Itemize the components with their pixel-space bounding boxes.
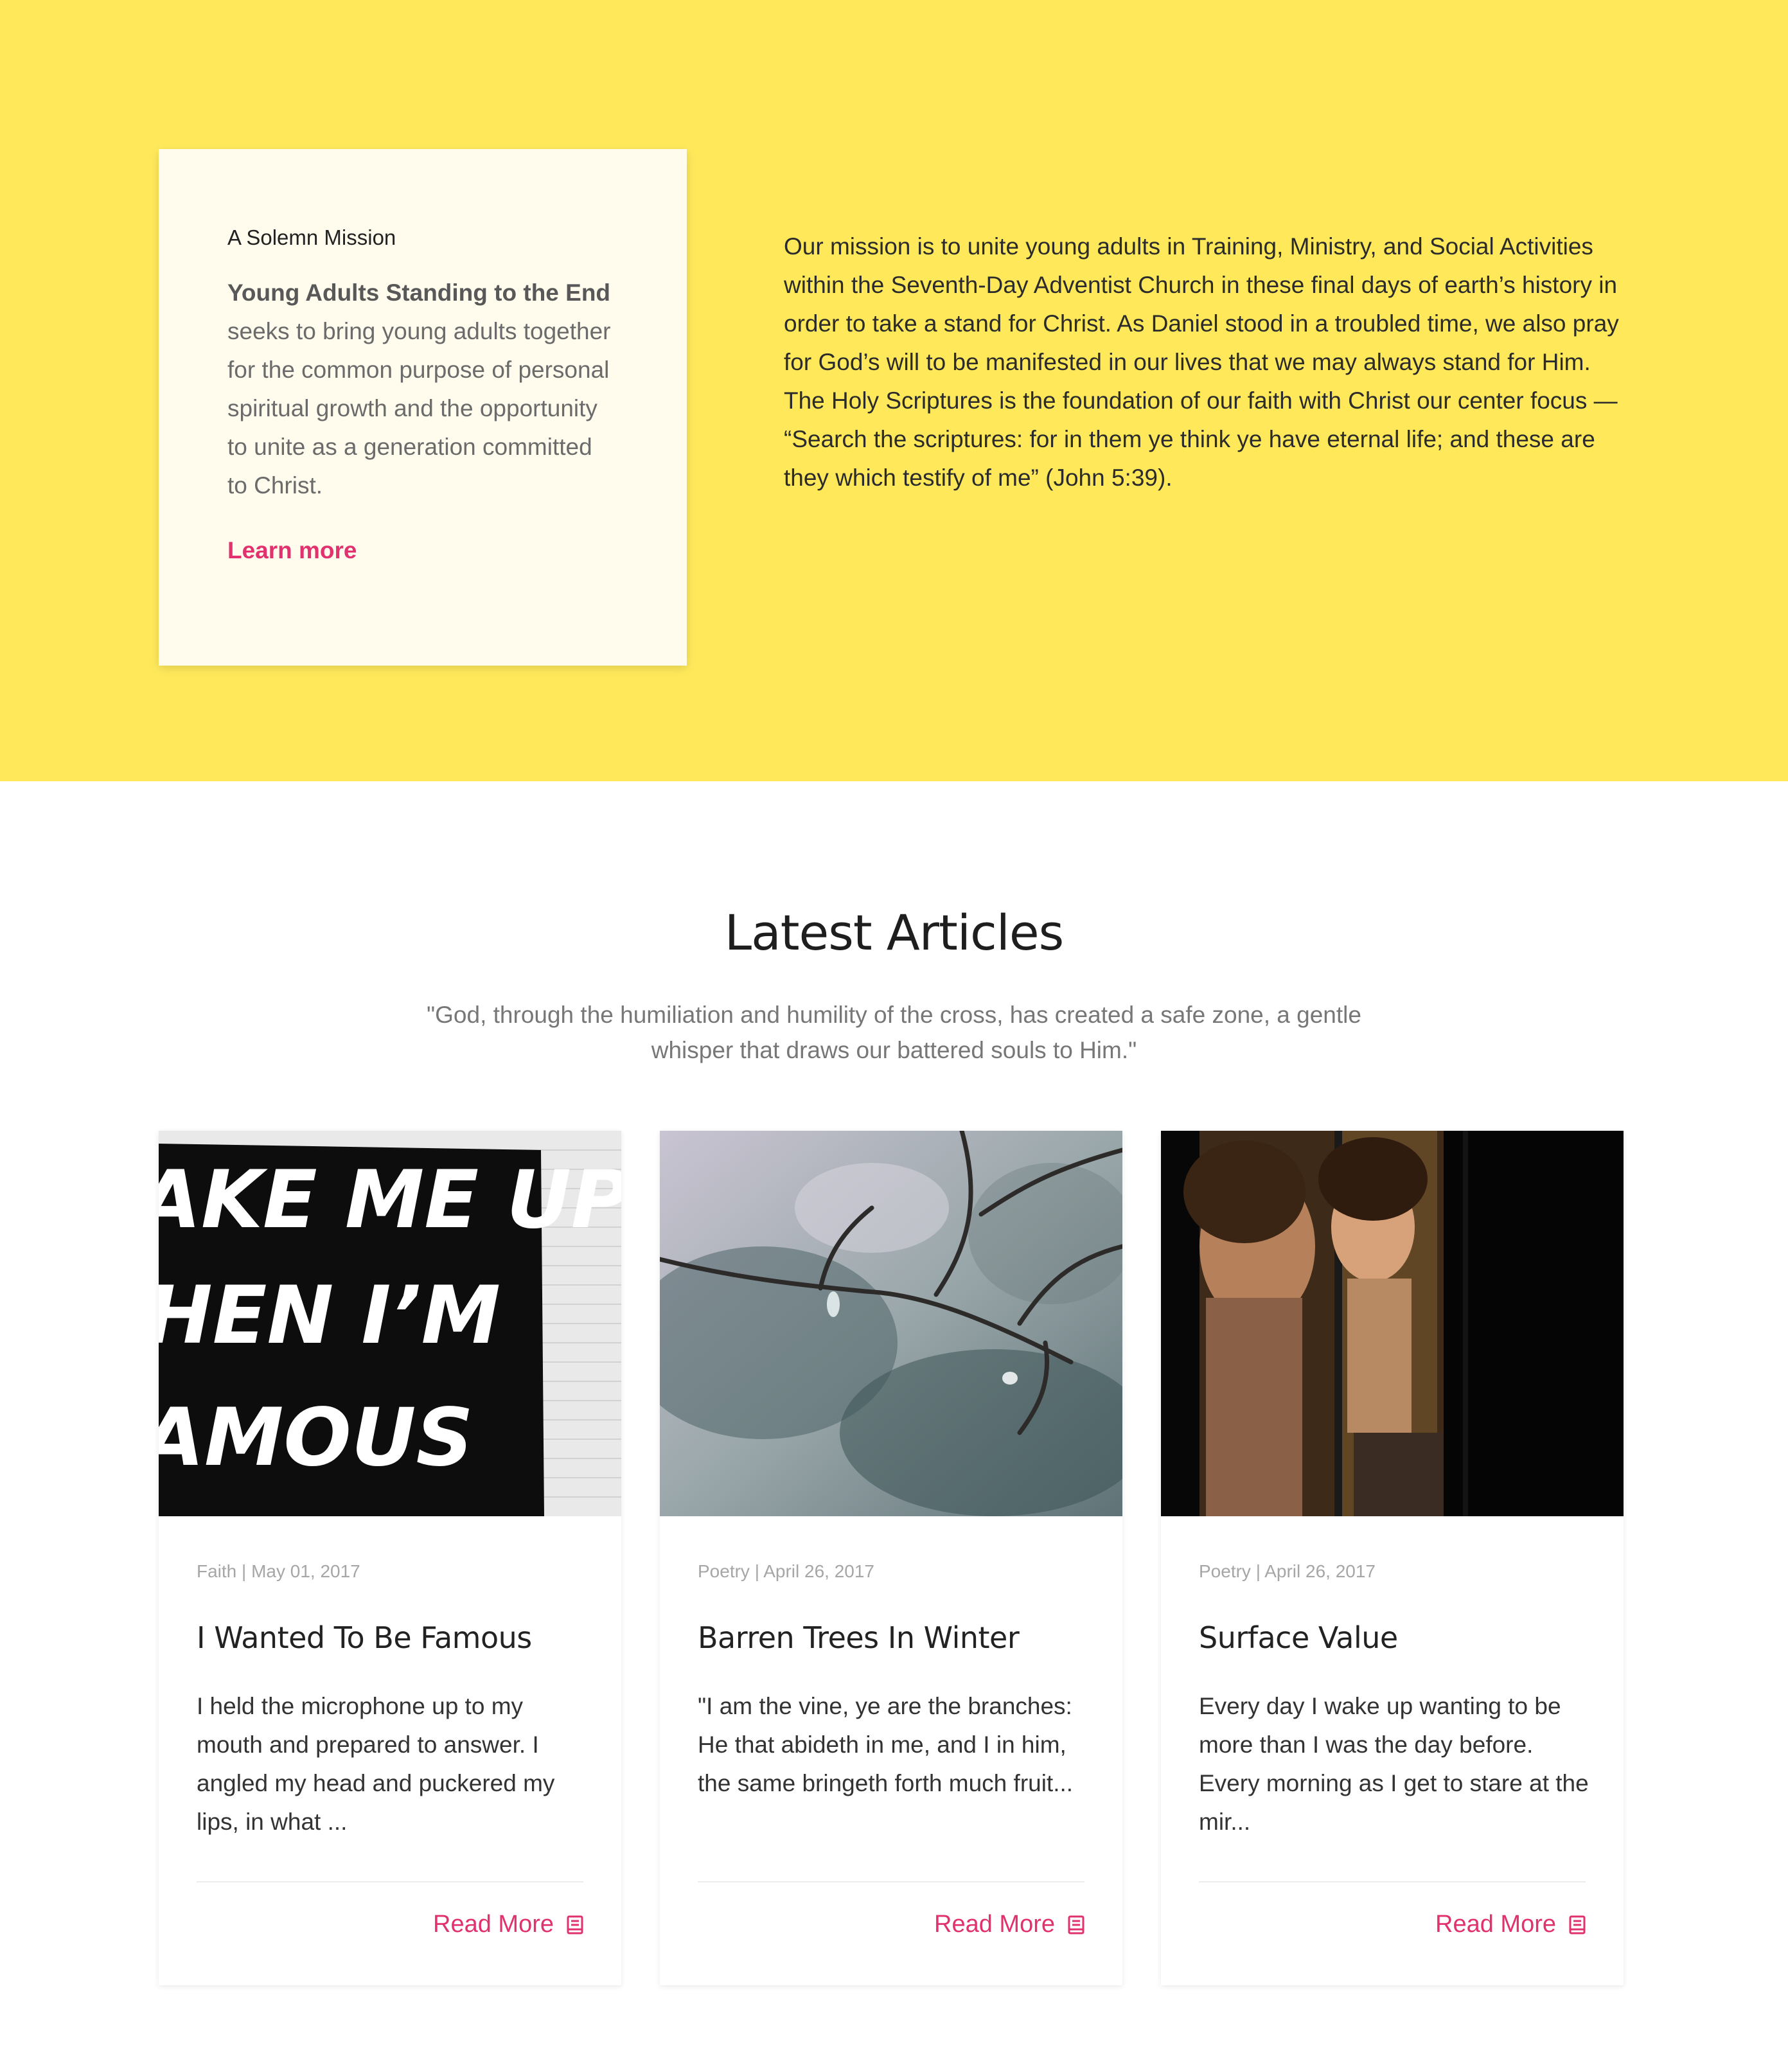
article-card: Poetry | April 26, 2017 Barren Trees In … xyxy=(660,1131,1122,1985)
read-more-label: Read More xyxy=(1435,1911,1556,1938)
article-divider xyxy=(197,1881,583,1882)
card-body-text: seeks to bring young adults together for… xyxy=(227,317,611,499)
mural-line-1: AKE ME UP xyxy=(159,1154,621,1246)
read-more-label: Read More xyxy=(433,1911,554,1938)
learn-more-link[interactable]: Learn more xyxy=(227,537,357,564)
mural-line-3: AMOUS xyxy=(159,1392,474,1484)
read-more-link[interactable]: Read More xyxy=(433,1911,583,1938)
read-more-link[interactable]: Read More xyxy=(934,1911,1084,1938)
book-icon xyxy=(1068,1915,1084,1934)
read-more-link[interactable]: Read More xyxy=(1435,1911,1586,1938)
mural-line-2: HEN I’M xyxy=(159,1270,500,1362)
article-title[interactable]: Surface Value xyxy=(1199,1620,1398,1655)
article-card: AKE ME UP HEN I’M AMOUS Faith | May 01, … xyxy=(159,1131,621,1985)
article-excerpt: "I am the vine, ye are the branches: He … xyxy=(698,1693,1074,1796)
article-title[interactable]: I Wanted To Be Famous xyxy=(197,1620,532,1655)
frozen-branches-photo[interactable] xyxy=(660,1131,1122,1516)
book-icon xyxy=(1569,1915,1586,1934)
latest-articles-title: Latest Articles xyxy=(724,904,1064,961)
mission-section: A Solemn Mission Young Adults Standing t… xyxy=(0,0,1788,781)
mirror-portrait-photo[interactable] xyxy=(1161,1131,1624,1516)
wall-mural-photo[interactable]: AKE ME UP HEN I’M AMOUS xyxy=(159,1131,621,1516)
article-meta: Poetry | April 26, 2017 xyxy=(1199,1561,1376,1581)
read-more-label: Read More xyxy=(934,1911,1055,1938)
card-body: Young Adults Standing to the End seeks t… xyxy=(227,274,618,505)
article-excerpt: I held the microphone up to my mouth and… xyxy=(197,1693,555,1835)
article-divider xyxy=(1199,1881,1586,1882)
card-eyebrow: A Solemn Mission xyxy=(227,226,396,249)
article-meta: Faith | May 01, 2017 xyxy=(197,1561,360,1581)
mission-card: A Solemn Mission Young Adults Standing t… xyxy=(159,149,687,666)
article-divider xyxy=(698,1881,1084,1882)
article-excerpt: Every day I wake up wanting to be more t… xyxy=(1199,1693,1589,1835)
article-card: Poetry | April 26, 2017 Surface Value Ev… xyxy=(1161,1131,1624,1985)
mission-statement: Our mission is to unite young adults in … xyxy=(784,233,1619,491)
latest-articles-quote: "God, through the humiliation and humili… xyxy=(427,1002,1361,1063)
card-body-strong: Young Adults Standing to the End xyxy=(227,279,611,306)
article-meta: Poetry | April 26, 2017 xyxy=(698,1561,874,1581)
book-icon xyxy=(567,1915,583,1934)
article-title[interactable]: Barren Trees In Winter xyxy=(698,1620,1020,1655)
